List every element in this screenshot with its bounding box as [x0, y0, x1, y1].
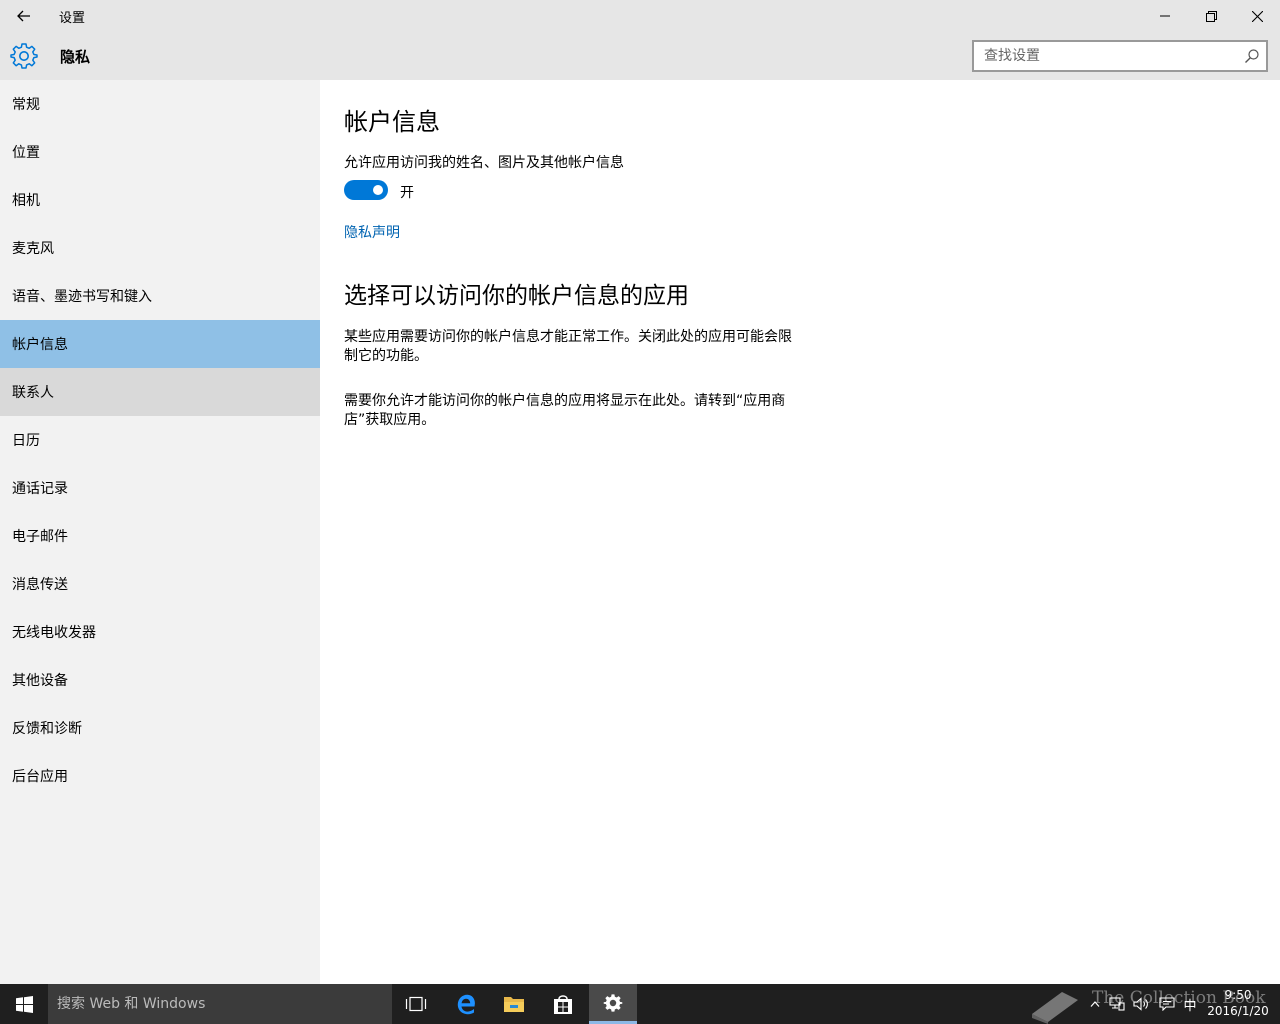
toggle-label: 允许应用访问我的姓名、图片及其他帐户信息: [344, 155, 624, 171]
network-button[interactable]: [1106, 984, 1128, 1024]
close-icon: [1251, 10, 1263, 22]
volume-icon: [1133, 997, 1148, 1011]
windows-logo-icon: [15, 995, 33, 1013]
clock-date: 2016/1/20: [1207, 1004, 1269, 1018]
sidebar-item-label: 位置: [12, 145, 40, 161]
sidebar-item-messaging[interactable]: 消息传送: [0, 560, 320, 608]
file-explorer-icon: [504, 997, 524, 1012]
clock-time: 9:50: [1224, 988, 1252, 1002]
empty-apps-message: 需要你允许才能访问你的帐户信息的应用将显示在此处。请转到“应用商店”获取应用。: [344, 393, 786, 428]
title-bar: 设置: [0, 0, 1280, 32]
settings-icon: [603, 993, 623, 1012]
back-button[interactable]: [0, 0, 48, 32]
sidebar-item-general[interactable]: 常规: [0, 80, 320, 128]
sidebar-item-radios[interactable]: 无线电收发器: [0, 608, 320, 656]
edge-button[interactable]: [442, 984, 490, 1024]
sidebar: 常规 位置 相机 麦克风 语音、墨迹书写和键入 帐户信息 联系人 日历 通话记录…: [0, 80, 320, 984]
edge-icon: [457, 994, 475, 1015]
sidebar-item-label: 其他设备: [12, 673, 68, 689]
sidebar-item-calendar[interactable]: 日历: [0, 416, 320, 464]
sidebar-item-label: 通话记录: [12, 481, 68, 497]
toggle-state-label: 开: [400, 185, 414, 201]
input-method-indicator[interactable]: 中: [1180, 984, 1200, 1024]
taskbar-search[interactable]: [48, 984, 392, 1024]
window-title: 设置: [59, 11, 86, 26]
sidebar-item-label: 无线电收发器: [12, 625, 96, 641]
sidebar-item-feedback-diagnostics[interactable]: 反馈和诊断: [0, 704, 320, 752]
sidebar-item-account-info[interactable]: 帐户信息: [0, 320, 320, 368]
search-box[interactable]: [972, 40, 1268, 72]
apps-section-title: 选择可以访问你的帐户信息的应用: [344, 283, 689, 309]
sidebar-item-contacts[interactable]: 联系人: [0, 368, 320, 416]
content-pane: 帐户信息 允许应用访问我的姓名、图片及其他帐户信息 开 隐私声明 选择可以访问你…: [320, 80, 1280, 984]
book-icon: [1032, 992, 1078, 1024]
close-button[interactable]: [1234, 0, 1280, 32]
minimize-icon: [1160, 15, 1170, 17]
taskbar: The Collection Book 中 9:50 2016/1/20: [0, 984, 1280, 1024]
sidebar-item-call-history[interactable]: 通话记录: [0, 464, 320, 512]
sidebar-item-label: 相机: [12, 193, 40, 209]
search-input[interactable]: [984, 47, 1234, 65]
sidebar-item-email[interactable]: 电子邮件: [0, 512, 320, 560]
show-hidden-icons-button[interactable]: [1086, 984, 1104, 1024]
section-title: 帐户信息: [344, 108, 440, 136]
sidebar-item-label: 日历: [12, 433, 40, 449]
restore-icon: [1205, 10, 1217, 22]
clock[interactable]: 9:50 2016/1/20: [1202, 987, 1274, 1019]
sidebar-item-camera[interactable]: 相机: [0, 176, 320, 224]
sidebar-item-label: 电子邮件: [12, 529, 68, 545]
minimize-button[interactable]: [1142, 0, 1188, 32]
settings-header: 隐私: [0, 32, 1280, 80]
file-explorer-button[interactable]: [490, 984, 538, 1024]
task-view-icon: [405, 996, 427, 1012]
privacy-statement-link[interactable]: 隐私声明: [344, 222, 400, 242]
arrow-left-icon: [17, 10, 30, 22]
volume-button[interactable]: [1130, 984, 1152, 1024]
sidebar-item-label: 后台应用: [12, 769, 68, 785]
message-icon: [1159, 997, 1175, 1011]
sidebar-item-label: 联系人: [12, 385, 54, 401]
sidebar-item-label: 常规: [12, 97, 40, 113]
restore-button[interactable]: [1188, 0, 1234, 32]
page-title: 隐私: [60, 48, 91, 66]
search-icon[interactable]: [1244, 48, 1260, 64]
start-button[interactable]: [0, 984, 48, 1024]
sidebar-item-speech-inking-typing[interactable]: 语音、墨迹书写和键入: [0, 272, 320, 320]
sidebar-item-other-devices[interactable]: 其他设备: [0, 656, 320, 704]
sidebar-item-label: 帐户信息: [12, 337, 68, 353]
taskbar-search-input[interactable]: [57, 995, 377, 1013]
store-icon: [554, 995, 572, 1014]
sidebar-item-label: 消息传送: [12, 577, 68, 593]
description-paragraph: 某些应用需要访问你的帐户信息才能正常工作。关闭此处的应用可能会限制它的功能。: [344, 329, 792, 364]
settings-taskbar-button[interactable]: [589, 984, 637, 1024]
sidebar-item-label: 语音、墨迹书写和键入: [12, 289, 152, 305]
sidebar-item-location[interactable]: 位置: [0, 128, 320, 176]
account-info-toggle[interactable]: [344, 180, 388, 200]
network-icon: [1109, 997, 1125, 1011]
sidebar-item-background-apps[interactable]: 后台应用: [0, 752, 320, 800]
toggle-knob: [373, 185, 383, 195]
gear-icon: [10, 43, 38, 69]
store-button[interactable]: [539, 984, 587, 1024]
sidebar-item-label: 麦克风: [12, 241, 54, 257]
task-view-button[interactable]: [392, 984, 440, 1024]
action-center-button[interactable]: [1156, 984, 1178, 1024]
sidebar-item-microphone[interactable]: 麦克风: [0, 224, 320, 272]
chevron-up-icon: [1090, 1001, 1100, 1007]
sidebar-item-label: 反馈和诊断: [12, 721, 82, 737]
